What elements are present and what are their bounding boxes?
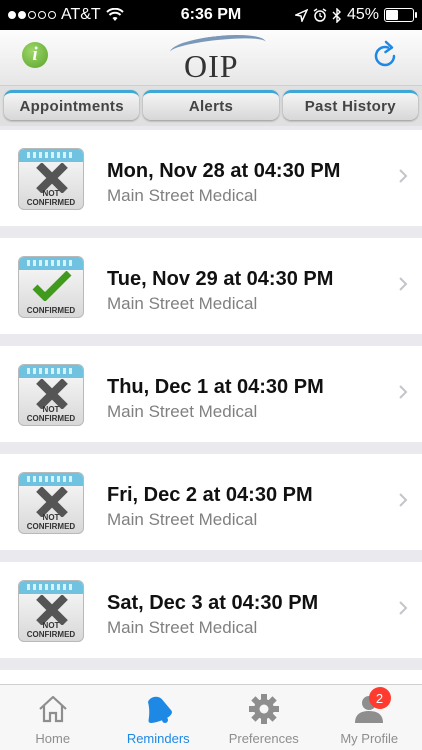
tabbar-reminders-label: Reminders: [126, 731, 190, 746]
appointment-row[interactable]: CONFIRMED Tue, Nov 29 at 04:30 PM Main S…: [0, 238, 422, 334]
appointment-date: Fri, Dec 2 at 04:30 PM: [107, 484, 313, 506]
home-icon: [39, 695, 67, 723]
appointment-row[interactable]: NOT CONFIRMED Mon, Nov 28 at 04:30 PM Ma…: [0, 130, 422, 226]
calendar-not-confirmed-icon: NOT CONFIRMED: [18, 472, 84, 534]
appointment-date: Tue, Nov 29 at 04:30 PM: [107, 268, 334, 290]
signal-strength-icon: [8, 11, 56, 19]
refresh-icon[interactable]: [372, 40, 400, 70]
tab-alerts[interactable]: Alerts: [143, 90, 279, 120]
appointment-location: Main Street Medical: [107, 510, 258, 529]
status-label-line1: NOT: [42, 405, 60, 414]
tab-appointments[interactable]: Appointments: [4, 90, 140, 120]
calendar-not-confirmed-icon: NOT CONFIRMED: [18, 148, 84, 210]
appointment-row[interactable]: NOT CONFIRMED Fri, Dec 2 at 04:30 PM Mai…: [0, 454, 422, 550]
chevron-right-icon: [399, 493, 408, 507]
status-label-line2: CONFIRMED: [26, 630, 76, 639]
checkmark-icon: [32, 271, 72, 301]
segment-tabs: Appointments Alerts Past History: [0, 86, 422, 126]
notification-badge: 2: [368, 687, 391, 709]
appointment-location: Main Street Medical: [107, 402, 258, 421]
tabbar-my-profile-label: My Profile: [340, 731, 399, 746]
appointment-date: Sat, Dec 3 at 04:30 PM: [107, 592, 319, 614]
wifi-icon: [106, 8, 124, 21]
status-label-line2: CONFIRMED: [26, 414, 76, 423]
battery-icon: [384, 8, 417, 22]
status-label-line2: CONFIRMED: [26, 522, 76, 531]
status-label-line2: CONFIRMED: [26, 198, 76, 207]
status-label-line1: NOT: [42, 189, 60, 198]
tabbar-home-label: Home: [35, 731, 71, 746]
logo-text: OIP: [184, 48, 239, 84]
gear-icon: [248, 694, 279, 724]
status-label-line1: NOT: [42, 621, 60, 630]
bluetooth-icon: [332, 7, 341, 23]
location-arrow-icon: [294, 8, 308, 22]
appointment-row[interactable]: NOT CONFIRMED Sat, Dec 3 at 04:30 PM Mai…: [0, 562, 422, 658]
info-button[interactable]: i: [22, 42, 48, 68]
appointment-row-partial[interactable]: [0, 670, 422, 684]
appointment-location: Main Street Medical: [107, 618, 258, 637]
battery-percent: 45%: [346, 6, 379, 23]
bell-icon: [148, 696, 173, 723]
calendar-not-confirmed-icon: NOT CONFIRMED: [18, 364, 84, 426]
tab-past-history[interactable]: Past History: [282, 90, 418, 120]
status-label: CONFIRMED: [26, 306, 76, 315]
alarm-icon: [313, 8, 327, 22]
appointment-date: Mon, Nov 28 at 04:30 PM: [107, 160, 341, 182]
info-icon: i: [32, 44, 38, 65]
app-logo: OIP: [166, 31, 267, 84]
calendar-confirmed-icon: CONFIRMED: [18, 256, 84, 318]
appointment-location: Main Street Medical: [107, 186, 258, 205]
chevron-right-icon: [399, 601, 408, 615]
chevron-right-icon: [399, 169, 408, 183]
tabbar-my-profile[interactable]: My Profile 2: [317, 685, 422, 750]
appointment-date: Thu, Dec 1 at 04:30 PM: [107, 376, 324, 398]
status-bar: AT&T 6:36 PM 45%: [0, 0, 422, 30]
calendar-not-confirmed-icon: NOT CONFIRMED: [18, 580, 84, 642]
tabbar-preferences-label: Preferences: [228, 731, 299, 746]
chevron-right-icon: [399, 385, 408, 399]
app-header: i OIP: [0, 30, 422, 86]
tabbar-preferences[interactable]: Preferences: [211, 685, 317, 750]
bottom-tab-bar: Home Reminders Preferences My Profile 2: [0, 684, 422, 750]
status-label-line1: NOT: [42, 513, 60, 522]
appointment-location: Main Street Medical: [107, 294, 258, 313]
chevron-right-icon: [399, 277, 408, 291]
tabbar-home[interactable]: Home: [0, 685, 106, 750]
carrier-label: AT&T: [61, 6, 101, 23]
tabbar-reminders[interactable]: Reminders: [106, 685, 212, 750]
appointment-row[interactable]: NOT CONFIRMED Thu, Dec 1 at 04:30 PM Mai…: [0, 346, 422, 442]
